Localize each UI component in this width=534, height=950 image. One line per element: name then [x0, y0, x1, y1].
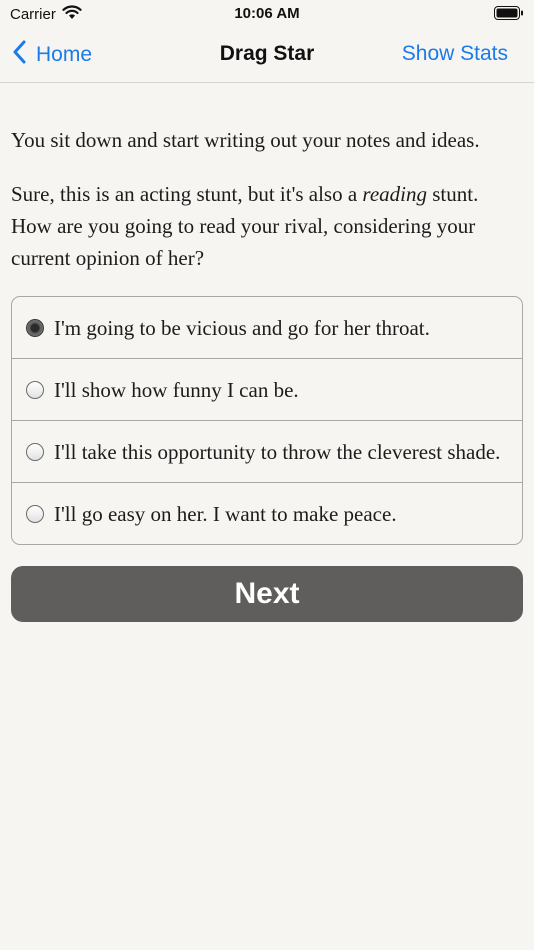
- choice-option[interactable]: I'm going to be vicious and go for her t…: [12, 297, 522, 358]
- choice-label: I'll show how funny I can be.: [54, 378, 299, 402]
- show-stats-button[interactable]: Show Stats: [402, 42, 508, 66]
- choice-option[interactable]: I'll show how funny I can be.: [12, 358, 522, 420]
- status-bar: Carrier 10:06 AM: [0, 0, 534, 28]
- radio-icon[interactable]: [26, 381, 44, 399]
- radio-selected-icon[interactable]: [26, 319, 44, 337]
- choice-label: I'll go easy on her. I want to make peac…: [54, 502, 397, 526]
- choice-option[interactable]: I'll take this opportunity to throw the …: [12, 420, 522, 482]
- chevron-left-icon: [12, 40, 26, 70]
- next-button[interactable]: Next: [11, 566, 523, 622]
- navigation-bar: Home Drag Star Show Stats: [0, 28, 534, 83]
- radio-icon[interactable]: [26, 443, 44, 461]
- story-text: Sure, this is an acting stunt, but it's …: [11, 182, 363, 206]
- story-paragraph-1: You sit down and start writing out your …: [11, 128, 480, 152]
- story-paragraph-2: Sure, this is an acting stunt, but it's …: [11, 178, 523, 274]
- choice-label: I'm going to be vicious and go for her t…: [54, 316, 430, 340]
- choice-list: I'm going to be vicious and go for her t…: [11, 296, 523, 545]
- battery-icon: [494, 6, 524, 25]
- status-time: 10:06 AM: [234, 5, 300, 22]
- back-button-label: Home: [36, 43, 93, 66]
- story-content: You sit down and start writing out your …: [11, 124, 523, 622]
- story-emphasis: reading: [362, 182, 427, 206]
- radio-icon[interactable]: [26, 505, 44, 523]
- choice-label: I'll take this opportunity to throw the …: [54, 440, 501, 464]
- choice-option[interactable]: I'll go easy on her. I want to make peac…: [12, 482, 522, 544]
- back-button[interactable]: Home: [12, 38, 92, 72]
